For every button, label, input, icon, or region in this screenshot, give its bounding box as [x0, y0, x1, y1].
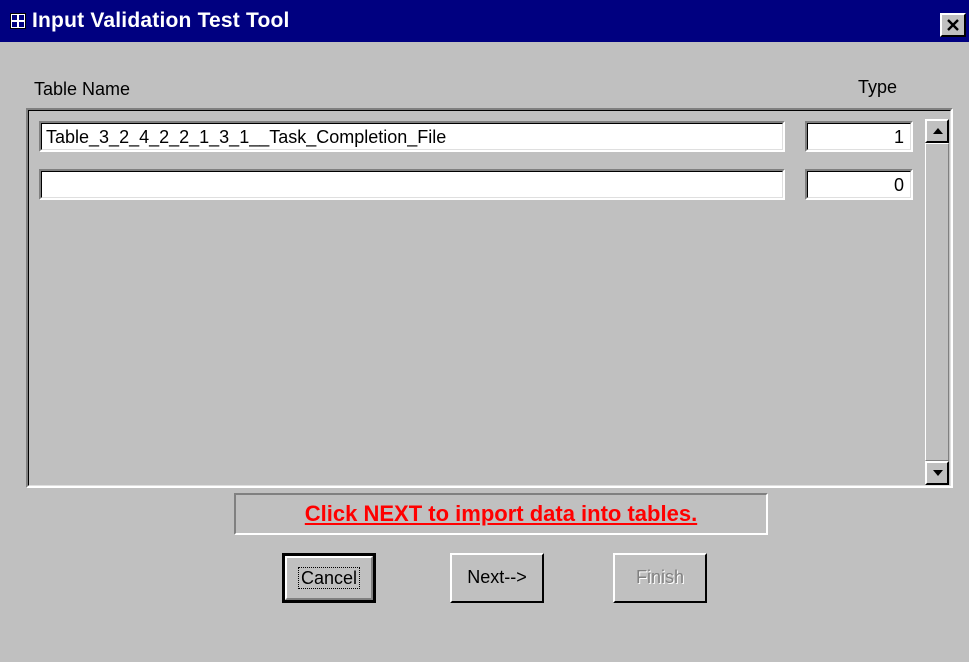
- title-bar[interactable]: Input Validation Test Tool: [0, 0, 969, 42]
- window-title: Input Validation Test Tool: [32, 9, 290, 32]
- table-name-field-2[interactable]: [39, 169, 785, 200]
- scroll-up-button[interactable]: [925, 119, 949, 143]
- table-name-value: [41, 171, 783, 198]
- table-name-header: Table Name: [34, 79, 131, 99]
- close-button[interactable]: [940, 13, 966, 37]
- vertical-scrollbar[interactable]: [925, 119, 949, 485]
- arrow-up-icon: [933, 128, 943, 134]
- status-message: Click NEXT to import data into tables.: [304, 501, 698, 526]
- type-field-1[interactable]: 1: [805, 121, 913, 152]
- table-list-panel: Table_3_2_4_2_2_1_3_1__Task_Completion_F…: [26, 108, 953, 488]
- next-button[interactable]: Next-->: [450, 553, 544, 603]
- type-field-2[interactable]: 0: [805, 169, 913, 200]
- finish-button[interactable]: Finish: [613, 553, 707, 603]
- cancel-label: Cancel: [297, 567, 361, 589]
- dialog-window: Input Validation Test Tool Table Name Ty…: [0, 0, 969, 662]
- cancel-button[interactable]: Cancel: [282, 553, 376, 603]
- type-header: Type: [858, 77, 898, 97]
- table-name-value: Table_3_2_4_2_2_1_3_1__Task_Completion_F…: [41, 123, 783, 150]
- form-icon: [10, 13, 26, 29]
- next-label: Next-->: [467, 567, 527, 587]
- scrollbar-track[interactable]: [925, 143, 949, 461]
- table-name-field-1[interactable]: Table_3_2_4_2_2_1_3_1__Task_Completion_F…: [39, 121, 785, 152]
- finish-label: Finish: [635, 567, 684, 587]
- close-icon: [947, 19, 959, 31]
- type-value: 1: [807, 123, 911, 150]
- type-value: 0: [807, 171, 911, 198]
- arrow-down-icon: [933, 470, 943, 476]
- scroll-down-button[interactable]: [925, 461, 949, 485]
- status-message-box: Click NEXT to import data into tables.: [234, 493, 768, 535]
